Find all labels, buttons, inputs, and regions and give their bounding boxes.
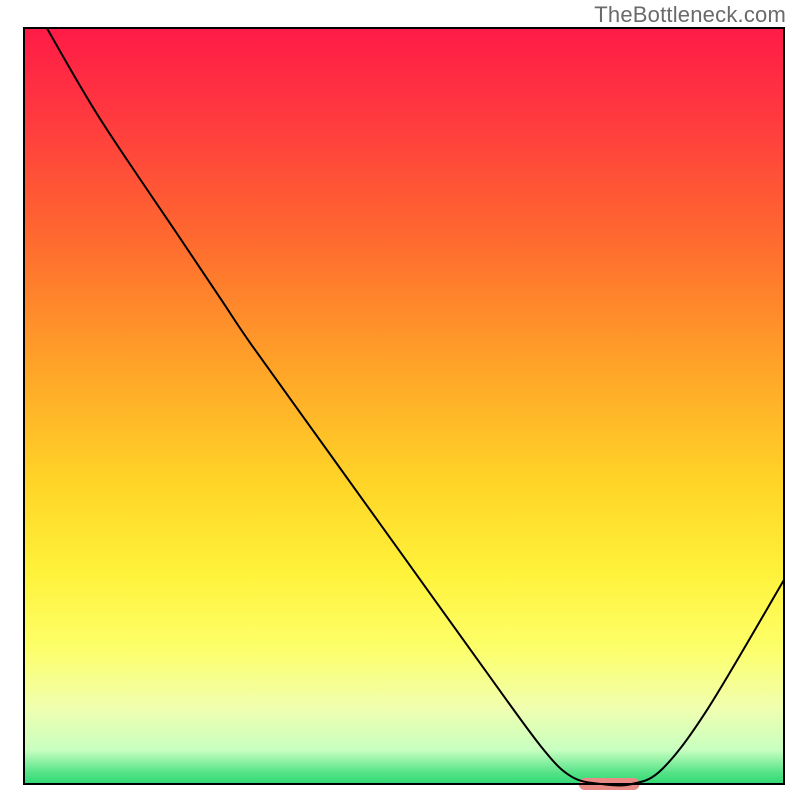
gradient-background bbox=[24, 28, 784, 784]
bottleneck-chart bbox=[0, 0, 800, 800]
watermark-text: TheBottleneck.com bbox=[594, 2, 786, 28]
plot-area bbox=[24, 28, 784, 790]
